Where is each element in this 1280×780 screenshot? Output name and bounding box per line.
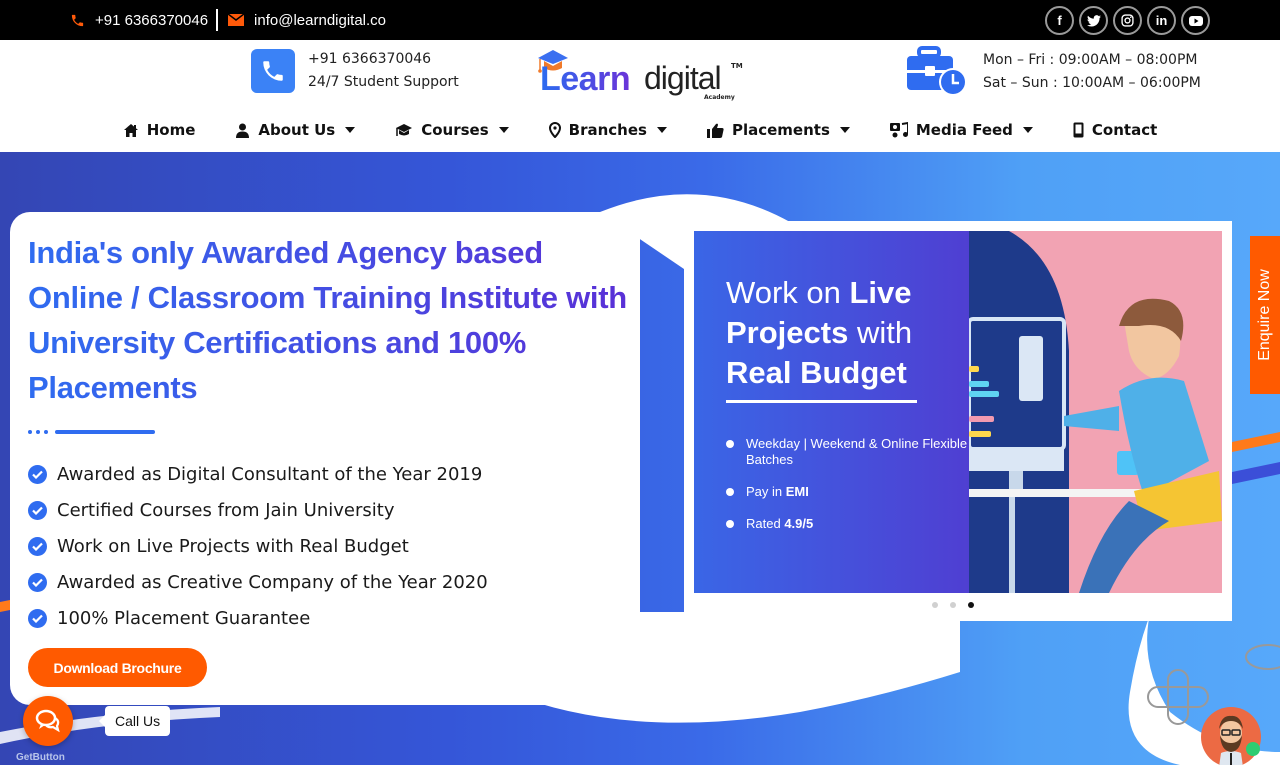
- slide-illustration: [967, 231, 1222, 593]
- nav-about-us[interactable]: About Us: [235, 118, 356, 142]
- envelope-icon: [228, 14, 245, 26]
- feature-item: Work on Live Projects with Real Budget: [28, 528, 488, 564]
- twitter-icon[interactable]: [1079, 6, 1108, 35]
- home-icon: [123, 123, 139, 138]
- divider: [216, 9, 219, 31]
- map-pin-icon: [548, 122, 561, 138]
- caret-down-icon: [1022, 127, 1033, 133]
- call-us-button[interactable]: [23, 696, 73, 746]
- feature-text: Work on Live Projects with Real Budget: [57, 535, 409, 557]
- getbutton-branding[interactable]: GetButton: [16, 752, 65, 763]
- thumbs-up-icon: [706, 123, 724, 138]
- feature-text: Awarded as Digital Consultant of the Yea…: [57, 463, 483, 485]
- enquire-now-tab[interactable]: Enquire Now: [1250, 236, 1280, 394]
- media-icon: [889, 122, 908, 138]
- download-brochure-button[interactable]: Download Brochure: [28, 648, 207, 687]
- nav-courses-label: Courses: [421, 121, 489, 139]
- enquire-now-label: Enquire Now: [1256, 269, 1274, 361]
- feature-text: Certified Courses from Jain University: [57, 499, 395, 521]
- hours-weekday: Mon – Fri : 09:00AM – 08:00PM: [983, 52, 1198, 68]
- nav-media-feed-label: Media Feed: [915, 121, 1013, 139]
- top-contact: +91 6366370046 info@learndigital.co: [70, 0, 386, 40]
- hero-slider: Work on Live Projects with Real Budget W…: [684, 221, 1232, 621]
- top-phone-link[interactable]: +91 6366370046: [95, 12, 208, 29]
- mobile-icon: [1073, 122, 1084, 138]
- slide-bullets: Weekday | Weekend & Online Flexible Batc…: [726, 436, 969, 548]
- nav-contact-label: Contact: [1091, 121, 1158, 139]
- nav-contact[interactable]: Contact: [1073, 118, 1157, 142]
- feature-item: 100% Placement Guarantee: [28, 600, 488, 636]
- site-header: +91 6366370046 24/7 Student Support Lear…: [0, 40, 1280, 152]
- nav-home[interactable]: Home: [123, 118, 196, 142]
- feature-item: Awarded as Creative Company of the Year …: [28, 564, 488, 600]
- hours-weekend: Sat – Sun : 10:00AM – 06:00PM: [983, 75, 1201, 91]
- main-nav: Home About Us Courses Branches Placement…: [0, 118, 1280, 142]
- support-block: +91 6366370046 24/7 Student Support: [251, 48, 459, 94]
- logo[interactable]: Learn digital TM Academy: [536, 48, 746, 101]
- caret-down-icon: [345, 127, 356, 133]
- check-circle-icon: [28, 536, 47, 556]
- caret-down-icon: [656, 127, 667, 133]
- online-status-indicator: [1246, 742, 1260, 756]
- nav-media-feed[interactable]: Media Feed: [889, 118, 1033, 142]
- nav-about-us-label: About Us: [258, 121, 336, 139]
- caret-down-icon: [498, 127, 509, 133]
- chat-bubbles-icon: [35, 709, 60, 733]
- feature-list: Awarded as Digital Consultant of the Yea…: [28, 456, 488, 636]
- logo-academy: Academy: [704, 94, 735, 101]
- facebook-icon[interactable]: f: [1045, 6, 1074, 35]
- check-circle-icon: [28, 608, 47, 628]
- nav-placements-label: Placements: [731, 121, 830, 139]
- slide-text-panel: Work on Live Projects with Real Budget W…: [694, 231, 969, 593]
- nav-home-label: Home: [146, 121, 196, 139]
- logo-tm: TM: [731, 62, 743, 70]
- youtube-icon[interactable]: [1181, 6, 1210, 35]
- caret-down-icon: [839, 127, 850, 133]
- feature-text: 100% Placement Guarantee: [57, 607, 311, 629]
- hero-section: India's only Awarded Agency based Online…: [0, 152, 1280, 765]
- slider-dot[interactable]: [932, 602, 938, 608]
- slider-dot-active[interactable]: [968, 602, 974, 608]
- feature-item: Certified Courses from Jain University: [28, 492, 488, 528]
- nav-courses[interactable]: Courses: [395, 118, 509, 142]
- phone-icon: [251, 49, 295, 93]
- briefcase-clock-icon: [907, 46, 967, 96]
- nav-branches-label: Branches: [568, 121, 647, 139]
- chat-agent-avatar[interactable]: [1201, 707, 1261, 765]
- slide-underline: [726, 400, 917, 403]
- logo-learn: Learn: [540, 60, 631, 98]
- office-hours: Mon – Fri : 09:00AM – 08:00PM Sat – Sun …: [905, 46, 1201, 98]
- slide-title: Work on Live Projects with Real Budget: [726, 275, 913, 390]
- nav-placements[interactable]: Placements: [706, 118, 850, 142]
- hero-headline: India's only Awarded Agency based Online…: [28, 230, 638, 410]
- logo-digital: digital: [644, 60, 722, 96]
- feature-text: Awarded as Creative Company of the Year …: [57, 571, 488, 593]
- nav-branches[interactable]: Branches: [548, 118, 667, 142]
- slide-bullet: Rated 4.9/5: [726, 516, 969, 532]
- feature-item: Awarded as Digital Consultant of the Yea…: [28, 456, 488, 492]
- top-email-link[interactable]: info@learndigital.co: [254, 12, 386, 29]
- linkedin-icon[interactable]: in: [1147, 6, 1176, 35]
- headline-divider: [28, 430, 155, 434]
- slider-dot[interactable]: [950, 602, 956, 608]
- support-phone[interactable]: +91 6366370046: [308, 48, 459, 71]
- graduation-cap-icon: [395, 123, 413, 137]
- social-links: f in: [1045, 6, 1210, 35]
- phone-icon: [70, 13, 85, 28]
- user-icon: [235, 123, 250, 138]
- call-us-label[interactable]: Call Us: [98, 706, 171, 736]
- slide[interactable]: Work on Live Projects with Real Budget W…: [694, 231, 1222, 593]
- check-circle-icon: [28, 464, 47, 484]
- slide-bullet: Weekday | Weekend & Online Flexible Batc…: [726, 436, 969, 468]
- check-circle-icon: [28, 500, 47, 520]
- slider-pagination: [932, 602, 974, 608]
- support-label: 24/7 Student Support: [308, 74, 459, 90]
- check-circle-icon: [28, 572, 47, 592]
- slide-bullet: Pay in EMI: [726, 484, 969, 500]
- top-bar: +91 6366370046 info@learndigital.co f in: [0, 0, 1280, 40]
- instagram-icon[interactable]: [1113, 6, 1142, 35]
